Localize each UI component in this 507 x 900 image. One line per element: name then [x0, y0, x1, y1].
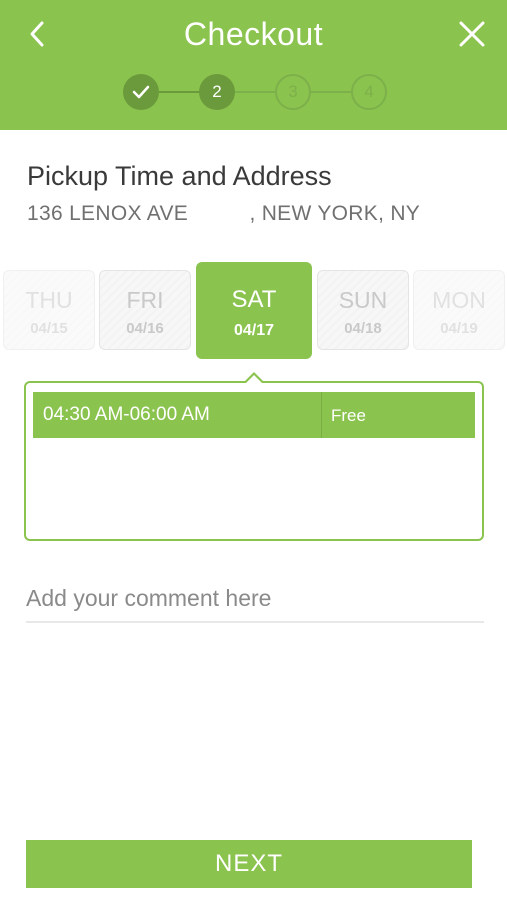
day-date: 04/18: [344, 320, 382, 337]
next-button[interactable]: NEXT: [26, 840, 472, 888]
day-name: MON: [432, 287, 486, 313]
day-option-thu[interactable]: THU 04/15: [3, 270, 95, 350]
day-date: 04/16: [126, 320, 164, 337]
day-name: THU: [25, 287, 73, 313]
step-connector: [159, 91, 199, 93]
time-slot-price: Free: [331, 406, 366, 425]
day-date: 04/19: [440, 320, 478, 337]
day-name: FRI: [126, 287, 164, 313]
comment-input[interactable]: [26, 575, 484, 623]
step-connector: [311, 91, 351, 93]
time-slot-time: 04:30 AM-06:00 AM: [43, 404, 210, 425]
close-button[interactable]: [455, 16, 489, 52]
day-date: 04/17: [233, 322, 275, 339]
step-connector: [235, 91, 275, 93]
day-name: SAT: [231, 286, 277, 313]
day-selector: THU 04/15 FRI 04/16 SAT 04/17 SUN 04/18 …: [0, 262, 507, 362]
day-option-mon[interactable]: MON 04/19: [413, 270, 505, 350]
step-2: 2: [199, 74, 235, 110]
step-4: 4: [351, 74, 387, 110]
day-option-sat[interactable]: SAT 04/17: [196, 262, 312, 359]
step-1-done: [123, 74, 159, 110]
day-option-sun[interactable]: SUN 04/18: [317, 270, 409, 350]
pickup-address: 136 LENOX AVE , NEW YORK, NY: [27, 202, 421, 225]
day-date: 04/15: [30, 320, 68, 337]
checkout-header: Checkout 2 3 4: [0, 0, 507, 130]
step-3: 3: [275, 74, 311, 110]
check-icon: [132, 85, 150, 99]
time-slot-list: 04:30 AM-06:00 AM Free: [24, 381, 484, 541]
pickup-section-title: Pickup Time and Address: [27, 161, 332, 191]
slot-divider: [321, 392, 322, 438]
day-option-fri[interactable]: FRI 04/16: [99, 270, 191, 350]
checkout-stepper: 2 3 4: [123, 74, 387, 110]
page-title: Checkout: [183, 16, 324, 52]
time-slot-option[interactable]: 04:30 AM-06:00 AM Free: [33, 392, 475, 438]
day-name: SUN: [338, 287, 388, 313]
selection-pointer-inner: [246, 375, 262, 383]
close-icon: [459, 21, 485, 47]
